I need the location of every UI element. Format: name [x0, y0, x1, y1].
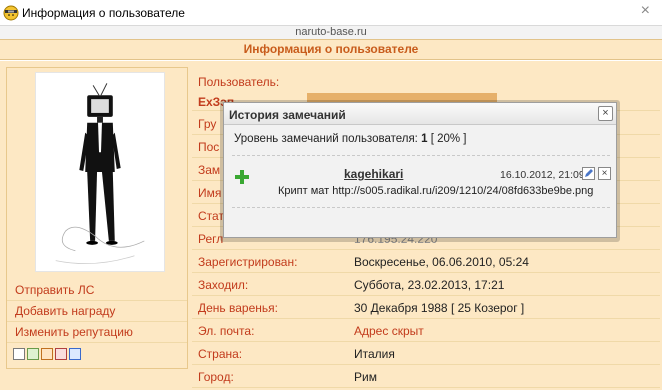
- warning-entry: kagehikari 16.10.2012, 21:09 × Крипт мат…: [232, 161, 611, 205]
- registered-label: Зарегистрирован:: [198, 255, 298, 269]
- birthday-label: День варенья:: [198, 301, 278, 315]
- divider: [232, 155, 610, 156]
- delete-icon[interactable]: ×: [598, 167, 611, 180]
- country-row: Страна: Италия: [192, 343, 660, 365]
- detail-label: Имя: [198, 186, 222, 200]
- registered-row: Зарегистрирован: Воскресенье, 06.06.2010…: [192, 251, 660, 273]
- city-row: Город: Рим: [192, 366, 660, 388]
- modal-titlebar: История замечаний ×: [224, 103, 616, 125]
- action-icon-strip: [13, 348, 81, 362]
- country-label: Страна:: [198, 347, 243, 361]
- birthday-value: 30 Декабря 1988 [ 25 Козерог ]: [354, 301, 525, 315]
- last-visit-value: Суббота, 23.02.2013, 17:21: [354, 278, 505, 292]
- detail-label: Зам: [198, 163, 221, 177]
- left-panel: Отправить ЛС Добавить награду Изменить р…: [6, 67, 188, 369]
- pencil-icon[interactable]: [582, 167, 595, 180]
- warnings-modal: История замечаний × Уровень замечаний по…: [223, 102, 617, 238]
- modal-title: История замечаний: [229, 108, 346, 122]
- last-visit-row: Заходил: Суббота, 23.02.2013, 17:21: [192, 274, 660, 296]
- detail-label: Пос: [198, 140, 220, 154]
- email-row: Эл. почта: Адрес скрыт: [192, 320, 660, 342]
- last-visit-label: Заходил:: [198, 278, 249, 292]
- warning-icon[interactable]: [55, 348, 67, 360]
- registered-value: Воскресенье, 06.06.2010, 05:24: [354, 255, 529, 269]
- ninja-avatar-icon: [3, 5, 19, 21]
- city-value: Рим: [354, 370, 377, 384]
- detail-label: Гру: [198, 117, 217, 131]
- email-label: Эл. почта:: [198, 324, 255, 338]
- warning-reason: Крипт мат http://s005.radikal.ru/i209/12…: [278, 185, 594, 197]
- divider: [232, 207, 610, 208]
- edit-icon[interactable]: [69, 348, 81, 360]
- plus-icon: [235, 170, 249, 184]
- window-close-button[interactable]: ×: [641, 3, 650, 19]
- page-header: Информация о пользователе: [0, 40, 662, 60]
- add-award-link[interactable]: Добавить награду: [7, 301, 187, 322]
- email-value: Адрес скрыт: [354, 324, 424, 338]
- profile-actions: Отправить ЛС Добавить награду Изменить р…: [7, 280, 187, 343]
- warning-author[interactable]: kagehikari: [344, 167, 403, 181]
- warning-level-value: 1: [421, 133, 428, 145]
- country-value: Италия: [354, 347, 395, 361]
- avatar-photo: [35, 72, 165, 272]
- user-label: Пользователь:: [198, 75, 280, 89]
- modal-close-button[interactable]: ×: [598, 106, 613, 121]
- warning-level-label: Уровень замечаний пользователя:: [234, 133, 418, 145]
- warning-date: 16.10.2012, 21:09: [500, 169, 585, 181]
- warning-level-percent: [ 20% ]: [430, 133, 467, 145]
- change-reputation-link[interactable]: Изменить репутацию: [7, 322, 187, 343]
- city-label: Город:: [198, 370, 234, 384]
- warning-level: Уровень замечаний пользователя: 1 [ 20% …: [234, 133, 467, 145]
- arrow-icon[interactable]: [13, 348, 25, 360]
- send-message-link[interactable]: Отправить ЛС: [7, 280, 187, 301]
- site-bar: naruto-base.ru: [0, 26, 662, 40]
- window-titlebar: Информация о пользователе ×: [0, 0, 662, 26]
- birthday-row: День варенья: 30 Декабря 1988 [ 25 Козер…: [192, 297, 660, 319]
- stats-icon[interactable]: [27, 348, 39, 360]
- window-title: Информация о пользователе: [22, 6, 185, 20]
- award-icon[interactable]: [41, 348, 53, 360]
